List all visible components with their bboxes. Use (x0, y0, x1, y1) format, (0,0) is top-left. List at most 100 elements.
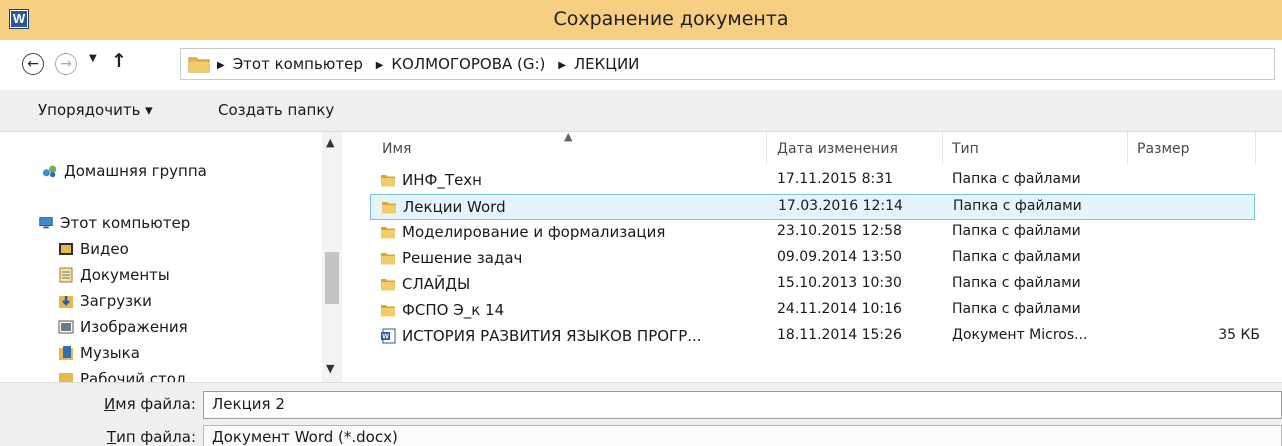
nav-item-label: Видео (80, 240, 129, 258)
file-row[interactable]: ИНФ_Техн 17.11.2015 8:31 Папка с файлами (370, 168, 1255, 194)
column-header-size[interactable]: Размер (1137, 132, 1190, 164)
breadcrumb-separator-icon[interactable]: ▶ (558, 60, 566, 71)
svg-text:W: W (382, 334, 389, 341)
file-date: 17.03.2016 12:14 (778, 198, 903, 214)
forward-button[interactable]: → (55, 53, 77, 75)
nav-item-label: Рабочий стол (80, 370, 186, 382)
file-date: 24.11.2014 10:16 (777, 301, 902, 317)
address-row: ← → ▼ ↑ ▶ Этот компьютер ▶ КОЛМОГОРОВА (G:… (0, 40, 1282, 90)
filename-label: Имя файла: (104, 395, 196, 413)
nav-scrollbar[interactable]: ▲ ▼ (322, 132, 342, 382)
column-divider[interactable] (942, 132, 943, 164)
filename-input[interactable]: Лекция 2 (203, 391, 1282, 419)
nav-item-downloads[interactable]: Загрузки (58, 292, 152, 310)
nav-item-label: Документы (80, 266, 170, 284)
file-name: Лекции Word (403, 198, 506, 216)
column-header-type[interactable]: Тип (952, 132, 979, 164)
column-divider[interactable] (1255, 132, 1256, 164)
file-type: Папка с файлами (953, 198, 1082, 214)
save-options: Имя файла: Лекция 2 Тип файла: Документ … (0, 382, 1282, 446)
breadcrumb: ▶ Этот компьютер ▶ КОЛМОГОРОВА (G:) ▶ ЛЕКЦИ… (217, 55, 647, 73)
file-type: Документ Micros... (952, 327, 1088, 343)
nav-item-documents[interactable]: Документы (58, 266, 170, 284)
nav-item-images[interactable]: Изображения (58, 318, 188, 336)
file-row[interactable]: СЛАЙДЫ 15.10.2013 10:30 Папка с файлами (370, 272, 1255, 298)
folder-icon (380, 224, 396, 240)
folder-icon (381, 199, 397, 215)
file-name: Моделирование и формализация (402, 223, 666, 241)
file-date: 18.11.2014 15:26 (777, 327, 902, 343)
downloads-icon (59, 296, 73, 308)
file-name-cell: Решение задач (380, 249, 522, 267)
filetype-label: Тип файла: (106, 428, 196, 446)
file-size: 35 КБ (1218, 327, 1260, 343)
scrollbar-thumb[interactable] (325, 252, 339, 304)
column-divider[interactable] (766, 132, 767, 164)
nav-item-this-pc[interactable]: Этот компьютер (38, 214, 190, 232)
navigation-pane: Домашняя группа Этот компьютер Видео Док… (0, 132, 345, 382)
file-name-cell: W ИСТОРИЯ РАЗВИТИЯ ЯЗЫКОВ ПРОГР... (380, 327, 702, 345)
back-button[interactable]: ← (22, 53, 44, 75)
file-type: Папка с файлами (952, 223, 1081, 239)
file-row[interactable]: Решение задач 09.09.2014 13:50 Папка с фай… (370, 246, 1255, 272)
file-type: Папка с файлами (952, 275, 1081, 291)
nav-item-label: Музыка (80, 344, 140, 362)
nav-item-homegroup[interactable]: Домашняя группа (42, 162, 207, 180)
desktop-icon (59, 373, 73, 382)
file-row-selected[interactable]: Лекции Word 17.03.2016 12:14 Папка с файла… (370, 194, 1255, 220)
file-name: СЛАЙДЫ (402, 275, 471, 293)
video-icon (59, 243, 73, 255)
nav-item-label: Загрузки (80, 292, 152, 310)
file-name-cell: Лекции Word (381, 198, 506, 216)
nav-item-video[interactable]: Видео (58, 240, 129, 258)
file-name: ИСТОРИЯ РАЗВИТИЯ ЯЗЫКОВ ПРОГР... (402, 327, 702, 345)
breadcrumb-item[interactable]: ЛЕКЦИИ (574, 55, 640, 73)
file-type: Папка с файлами (952, 171, 1081, 187)
folder-icon (188, 57, 210, 73)
filetype-select[interactable]: Документ Word (*.docx) (203, 425, 1282, 446)
file-name-cell: Моделирование и формализация (380, 223, 665, 241)
file-list: Имя ▲ Дата изменения Тип Размер ИНФ_Техн… (362, 130, 1282, 382)
nav-item-label: Домашняя группа (64, 162, 207, 180)
file-row[interactable]: Моделирование и формализация 23.10.2015 1… (370, 220, 1255, 246)
up-button[interactable]: ↑ (111, 50, 127, 72)
sort-ascending-icon: ▲ (564, 130, 573, 143)
file-name-cell: ИНФ_Техн (380, 171, 482, 189)
organize-button[interactable]: Упорядочить ▾ (38, 101, 153, 119)
breadcrumb-separator-icon: ▶ (217, 60, 225, 71)
file-name: ФСПО Э_к 14 (402, 301, 505, 319)
nav-item-music[interactable]: Музыка (58, 344, 140, 362)
folder-icon (380, 302, 396, 318)
file-name: ИНФ_Техн (402, 171, 482, 189)
file-type: Папка с файлами (952, 301, 1081, 317)
file-row[interactable]: W ИСТОРИЯ РАЗВИТИЯ ЯЗЫКОВ ПРОГР... 18.11.2… (370, 324, 1260, 350)
computer-icon (39, 217, 53, 229)
file-row[interactable]: ФСПО Э_к 14 24.11.2014 10:16 Папка с файла… (370, 298, 1255, 324)
new-folder-button[interactable]: Создать папку (218, 101, 334, 119)
nav-item-label: Этот компьютер (60, 214, 191, 232)
column-header-date[interactable]: Дата изменения (777, 132, 898, 164)
file-date: 09.09.2014 13:50 (777, 249, 902, 265)
folder-icon (380, 172, 396, 188)
title-bar: W Сохранение документа (0, 0, 1282, 40)
breadcrumb-separator-icon[interactable]: ▶ (376, 60, 384, 71)
file-name-cell: ФСПО Э_к 14 (380, 301, 504, 319)
nav-item-label: Изображения (80, 318, 188, 336)
file-date: 17.11.2015 8:31 (777, 171, 894, 187)
breadcrumb-item[interactable]: Этот компьютер (233, 55, 363, 73)
address-bar[interactable]: ▶ Этот компьютер ▶ КОЛМОГОРОВА (G:) ▶ ЛЕКЦИ… (180, 48, 1275, 80)
file-name-cell: СЛАЙДЫ (380, 275, 470, 293)
documents-icon (59, 267, 73, 283)
breadcrumb-item[interactable]: КОЛМОГОРОВА (G:) (391, 55, 545, 73)
file-name: Решение задач (402, 249, 523, 267)
column-divider[interactable] (1127, 132, 1128, 164)
scroll-down-icon[interactable]: ▼ (326, 362, 334, 375)
column-header-name[interactable]: Имя ▲ (382, 130, 572, 164)
scroll-up-icon[interactable]: ▲ (326, 136, 334, 149)
toolbar: Упорядочить ▾ Создать папку (0, 90, 1282, 132)
nav-item-desktop[interactable]: Рабочий стол (58, 370, 186, 382)
recent-locations-dropdown[interactable]: ▼ (89, 53, 97, 64)
file-date: 23.10.2015 12:58 (777, 223, 902, 239)
word-doc-icon: W (380, 328, 396, 344)
music-icon (59, 346, 73, 360)
